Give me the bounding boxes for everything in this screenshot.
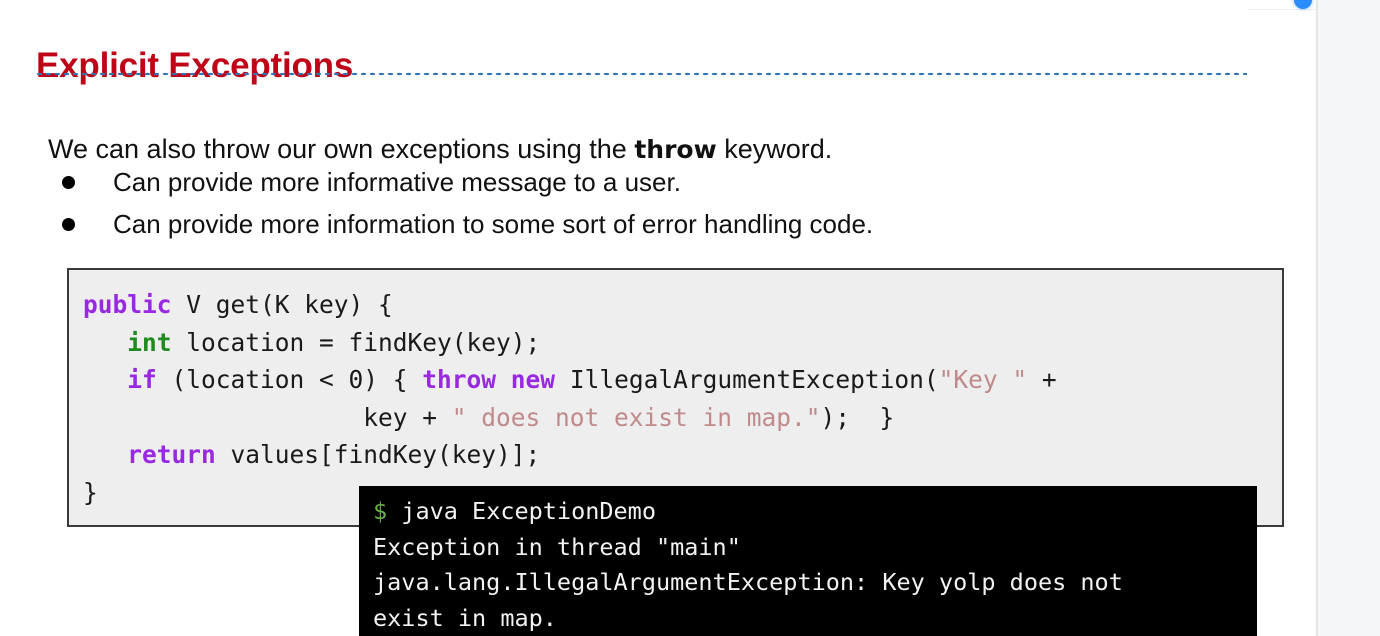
code-token: IllegalArgumentException( [555, 365, 939, 394]
code-token: ); } [820, 402, 895, 432]
code-token: throw new [422, 365, 556, 394]
code-token: location = findKey(key); [171, 327, 541, 357]
code-token: return [127, 440, 216, 469]
code-token: (location < 0) { [156, 365, 423, 394]
list-item-label: Can provide more informative message to … [113, 167, 681, 197]
list-item: Can provide more information to some sor… [56, 203, 873, 245]
bullet-list: Can provide more informative message to … [56, 161, 873, 245]
lead-keyword: throw [634, 135, 717, 164]
code-token: if [127, 365, 157, 394]
code-token: key + [83, 402, 452, 432]
terminal-output-line: java.lang.IllegalArgumentException: Key … [373, 568, 1123, 596]
code-token: V get(K key) { [171, 290, 393, 319]
lead-text-before: We can also throw our own exceptions usi… [48, 134, 635, 164]
list-item: Can provide more informative message to … [56, 161, 873, 203]
code-token: public [83, 290, 172, 319]
code-token: + [1027, 365, 1057, 394]
title-divider [35, 72, 1247, 76]
code-token: } [83, 477, 98, 507]
lead-text-after: keyword. [716, 134, 833, 164]
bullet-dot-icon [62, 176, 75, 189]
terminal-overlay: $ java ExceptionDemo Exception in thread… [359, 486, 1257, 636]
code-token: " does not exist in map." [451, 402, 821, 432]
code-token: int [127, 327, 172, 357]
code-token: values[findKey(key)]; [215, 440, 541, 469]
right-gutter [1318, 0, 1380, 636]
terminal-prompt-symbol: $ [373, 497, 388, 525]
terminal-output-line: exist in map. [373, 603, 557, 632]
terminal-content: $ java ExceptionDemo Exception in thread… [373, 494, 1257, 636]
code-content: public V get(K key) { int location = fin… [69, 270, 1282, 511]
presentation-canvas: Explicit Exceptions We can also throw ou… [0, 0, 1380, 636]
list-item-label: Can provide more information to some sor… [113, 209, 874, 239]
code-token: "Key " [938, 365, 1028, 394]
terminal-output-line: Exception in thread "main" [373, 532, 741, 561]
terminal-command: java ExceptionDemo [387, 497, 656, 525]
slide-surface[interactable]: Explicit Exceptions We can also throw ou… [0, 0, 1316, 636]
bullet-dot-icon [62, 218, 75, 231]
page-title: Explicit Exceptions [36, 46, 354, 86]
